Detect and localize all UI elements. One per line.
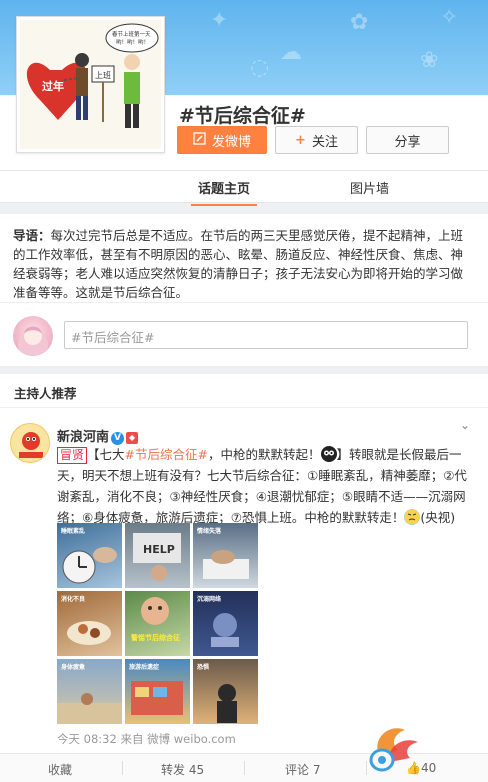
thumb-image[interactable]: 沉溺网络 [193,591,258,656]
intro-label: 导语： [13,228,51,243]
thumb-image[interactable]: 情绪失落 [193,523,258,588]
comment-button[interactable]: 评论 7 [285,761,320,778]
doodle-icon: ✿ [350,10,369,35]
author-avatar[interactable] [10,423,50,463]
svg-text:春节上班第一天: 春节上班第一天 [112,30,151,38]
intro-text: 每次过完节后总是不适应。在节后的两三天里感觉厌倦，提不起精神，上班的工作效率低，… [13,228,464,300]
tab-picture-wall[interactable]: 图片墙 [350,178,389,197]
sweat-emoji-icon [404,509,421,525]
chevron-down-icon[interactable]: ⌄ [460,418,470,432]
doodle-icon: ✧ [440,5,459,30]
post-text-lead: 【七大 [87,447,125,462]
post-text-tail: (央视) [420,510,456,525]
image-grid: 睡眠紊乱 HELP 情绪失落 消化不良 警惕节后综合征 沉溺网络 身体疲惫 旅游… [57,523,259,725]
edit-icon [193,131,206,149]
thumb-image[interactable]: 身体疲惫 [57,659,122,724]
cover-label: 过年 [42,79,64,93]
page-title: #节后综合征# [179,105,306,127]
thumb-image[interactable]: 警惕节后综合征 [125,591,190,656]
thumb-image[interactable]: 消化不良 [57,591,122,656]
member-icon: ◆ [126,432,139,444]
thumb-image[interactable]: 恐惧 [193,659,258,724]
post-text-mid: ，中枪的默默转起！ [207,447,321,462]
cover-illustration: 过年 上班 春节上班第一天 哟！哟！哟！ [20,20,161,149]
topic-link[interactable]: #节后综合征# [125,447,208,462]
divider [244,761,245,775]
follow-label: 关注 [311,134,338,150]
emoji-icon [320,446,337,462]
post-weibo-button[interactable]: 发微博 [177,126,267,154]
topic-intro: 导语：每次过完节后总是不适应。在节后的两三天里感觉厌倦，提不起精神，上班的工作效… [0,214,488,302]
composer: #节后综合征# [0,302,488,366]
share-label: 分享 [394,134,421,150]
thumb-image[interactable]: 睡眠紊乱 [57,523,122,588]
doodle-icon: ☁ [280,40,302,65]
collect-button[interactable]: 收藏 [48,761,72,778]
tab-bar: 话题主页 图片墙 [0,170,488,206]
plus-icon: + [295,132,306,148]
doodle-icon: ❀ [420,48,439,73]
weibo-post: 新浪河南 V ◆ ⌄ 冒贤 【七大#节后综合征#，中枪的默默转起！ 】转眼就是长假最后一… [0,408,488,753]
tab-topic-home[interactable]: 话题主页 [190,178,258,206]
composer-input[interactable]: #节后综合征# [64,321,468,349]
post-tag: 冒贤 [57,447,88,464]
avatar[interactable] [13,316,53,356]
forward-button[interactable]: 转发 45 [161,761,204,778]
svg-text:上班: 上班 [95,70,111,80]
divider [122,761,123,775]
post-timestamp[interactable]: 今天 08:32 来自 微博 weibo.com [57,731,236,747]
author-name[interactable]: 新浪河南 V ◆ [57,426,139,445]
post-text: 冒贤 【七大#节后综合征#，中枪的默默转起！ 】转眼就是长假最后一天，明天不想上班有… [57,444,477,528]
author-name-label: 新浪河南 [57,430,110,445]
thumb-image[interactable]: HELP [125,523,190,588]
doodle-icon: ✦ [210,8,229,33]
cover-drawing: 过年 上班 春节上班第一天 哟！哟！哟！ [20,20,161,149]
svg-text:HELP: HELP [143,543,175,556]
thumb-image[interactable]: 旅游后遗症 [125,659,190,724]
section-title: 主持人推荐 [0,374,488,408]
watermark-logo [360,718,430,776]
share-button[interactable]: 分享 [366,126,449,154]
doodle-icon: ◌ [250,55,270,80]
follow-button[interactable]: + 关注 [275,126,358,154]
post-weibo-label: 发微博 [211,134,251,150]
topic-cover[interactable]: 过年 上班 春节上班第一天 哟！哟！哟！ [16,16,165,153]
svg-text:哟！哟！哟！: 哟！哟！哟！ [116,38,149,46]
